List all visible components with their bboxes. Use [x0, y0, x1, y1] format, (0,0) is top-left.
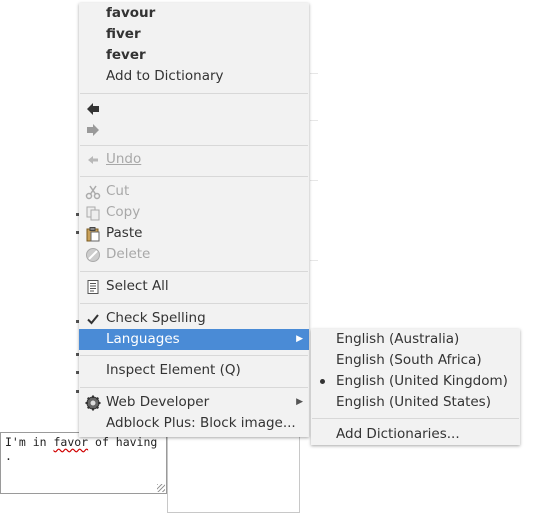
cut-item[interactable]: Cut: [79, 181, 309, 202]
separator: [80, 303, 308, 304]
separator: [312, 418, 519, 419]
misspelled-word[interactable]: favor: [53, 435, 88, 449]
languages-item[interactable]: Languages ▶: [79, 329, 309, 350]
language-english-united-kingdom[interactable]: English (United Kingdom): [311, 371, 520, 392]
select-all-item[interactable]: Select All: [79, 276, 309, 297]
context-menu: favour fiver fever Add to Dictionary Und…: [79, 3, 309, 437]
submenu-arrow-icon: ▶: [296, 334, 303, 344]
submenu-arrow-icon: ▶: [296, 397, 303, 407]
back-arrow-icon: [87, 103, 99, 115]
separator: [80, 355, 308, 356]
suggestion-fever[interactable]: fever: [79, 45, 309, 66]
inspect-element-item[interactable]: Inspect Element (Q): [79, 360, 309, 381]
copy-icon: [86, 206, 100, 221]
separator: [80, 271, 308, 272]
separator: [80, 145, 308, 146]
clipboard-icon: [86, 227, 100, 242]
language-english-australia[interactable]: English (Australia): [311, 329, 520, 350]
gear-icon: [85, 395, 101, 411]
select-all-icon: [87, 280, 99, 294]
web-developer-item[interactable]: Web Developer ▶: [79, 392, 309, 413]
separator: [80, 176, 308, 177]
suggestion-favour[interactable]: favour: [79, 3, 309, 24]
forward-item[interactable]: [79, 119, 309, 140]
back-item[interactable]: [79, 98, 309, 119]
delete-icon: [86, 248, 100, 262]
forward-arrow-icon: [87, 124, 99, 136]
paste-item[interactable]: Paste: [79, 223, 309, 244]
checkmark-icon: [87, 314, 99, 325]
undo-item[interactable]: Undo: [79, 149, 309, 170]
copy-item[interactable]: Copy: [79, 202, 309, 223]
resize-grip-icon[interactable]: [157, 484, 165, 492]
separator: [80, 93, 308, 94]
selected-radio-icon: [320, 379, 325, 384]
scissors-icon: [85, 185, 101, 200]
background-panel: [167, 432, 300, 513]
text-area-content: I'm in favor of having .: [5, 435, 158, 463]
language-english-united-states[interactable]: English (United States): [311, 392, 520, 413]
check-spelling-item[interactable]: Check Spelling: [79, 308, 309, 329]
language-english-south-africa[interactable]: English (South Africa): [311, 350, 520, 371]
separator: [80, 387, 308, 388]
suggestion-fiver[interactable]: fiver: [79, 24, 309, 45]
undo-icon: [88, 156, 98, 164]
delete-item[interactable]: Delete: [79, 244, 309, 265]
text-area[interactable]: I'm in favor of having .: [0, 432, 167, 494]
add-dictionaries-item[interactable]: Add Dictionaries...: [311, 424, 520, 445]
languages-submenu: English (Australia) English (South Afric…: [311, 329, 520, 445]
add-to-dictionary-item[interactable]: Add to Dictionary: [79, 66, 309, 87]
adblock-block-image-item[interactable]: Adblock Plus: Block image...: [79, 413, 309, 434]
